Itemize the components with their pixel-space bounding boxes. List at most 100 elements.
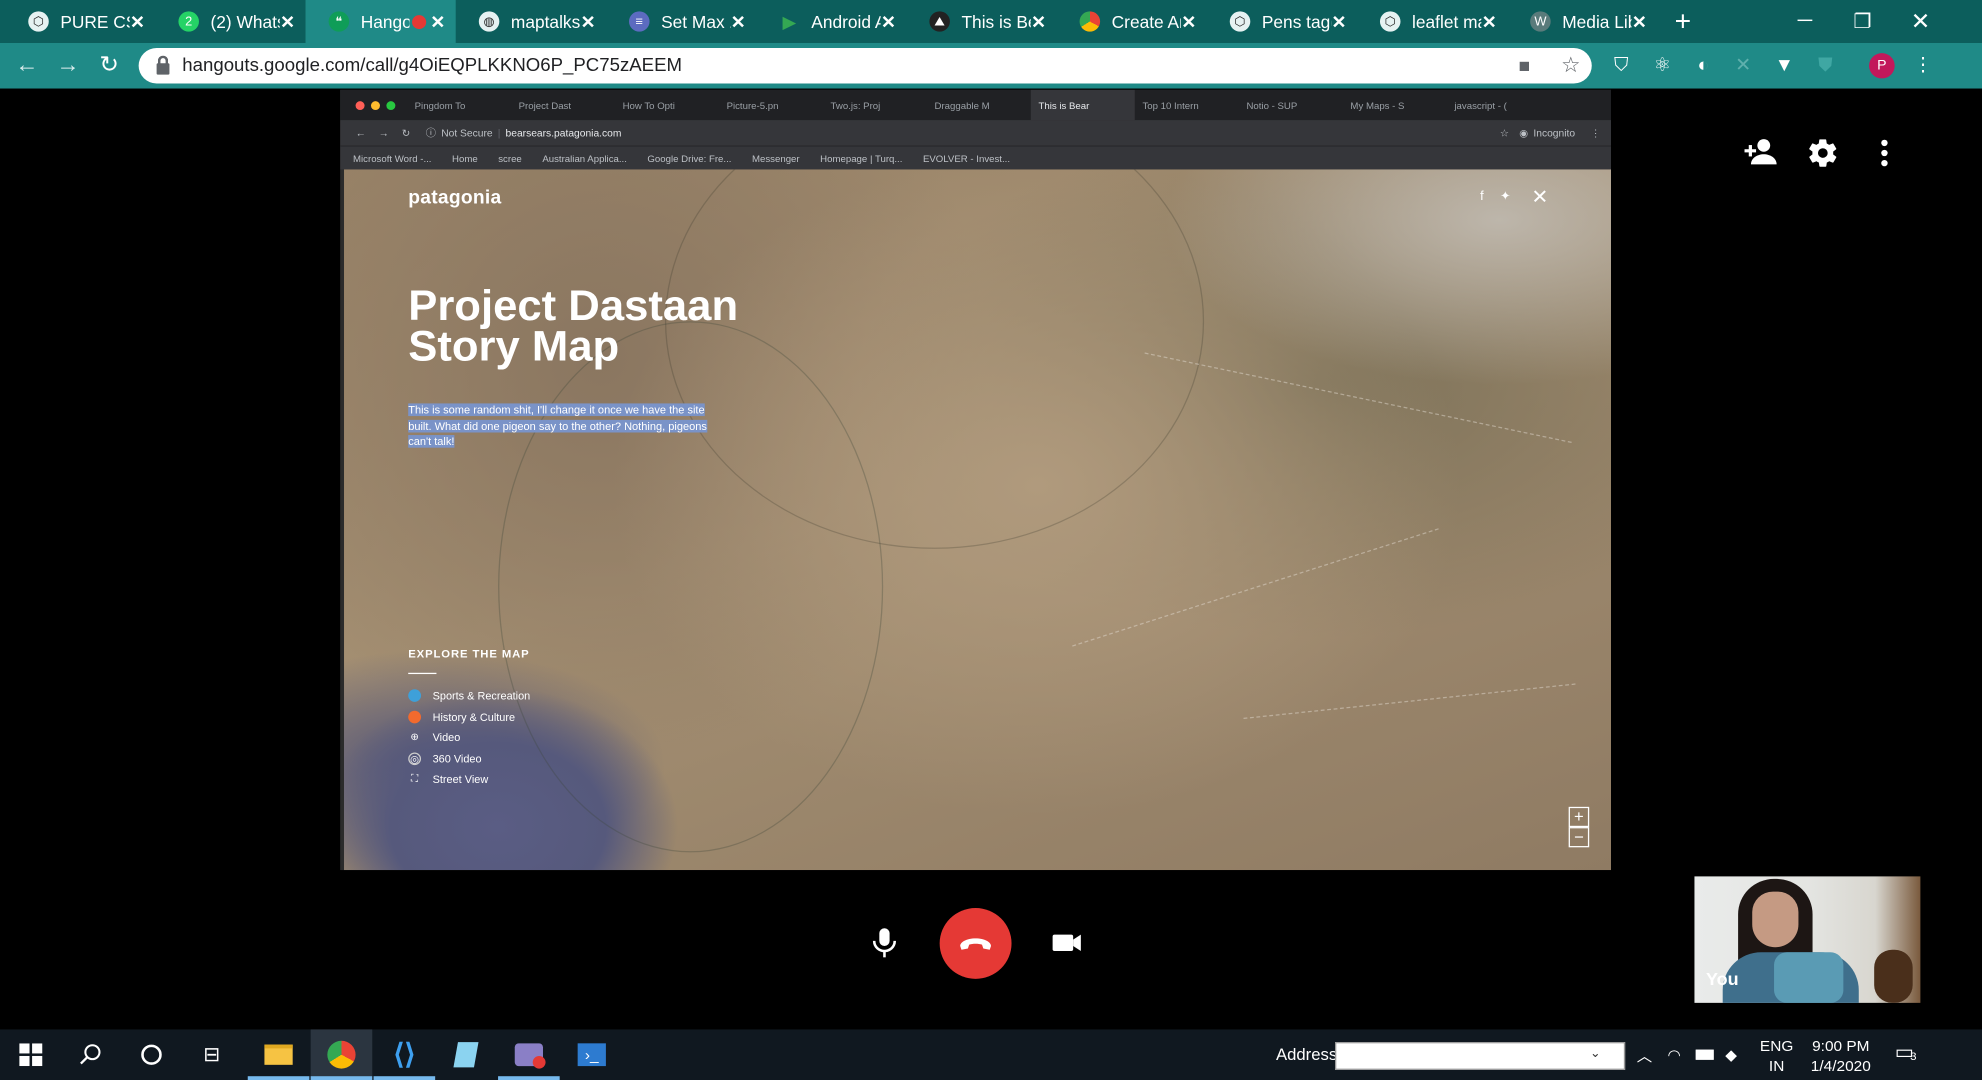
vscode-button[interactable]: ⟨⟩ xyxy=(373,1029,436,1080)
tab-maptalks[interactable]: ◍ maptalks ✕ xyxy=(456,0,606,43)
gear-icon xyxy=(1809,139,1837,167)
map-legend: Sports & Recreation History & Culture ⊕ V… xyxy=(408,685,530,789)
wifi-icon[interactable]: ◠ xyxy=(1668,1029,1681,1080)
shared-reload-icon: ↻ xyxy=(401,127,411,139)
tab-create-an[interactable]: Create An ✕ xyxy=(1056,0,1206,43)
tab-android[interactable]: ▶ Android A ✕ xyxy=(756,0,906,43)
chrome-icon xyxy=(1079,11,1101,32)
battery-icon[interactable] xyxy=(1695,1029,1714,1080)
bookmark-item: Homepage | Turq... xyxy=(820,152,903,164)
task-view-button[interactable]: ⊟ xyxy=(181,1029,243,1080)
shared-tab: My Maps - S xyxy=(1350,99,1405,111)
add-person-icon xyxy=(1744,139,1777,165)
browser-toolbar: ← → ↻ hangouts.google.com/call/g4OiEQPLK… xyxy=(0,42,1982,89)
shared-tab: Two.js: Proj xyxy=(830,99,881,111)
tab-whatsapp[interactable]: 2(2) WhatsA✕ xyxy=(155,0,305,43)
close-tab-icon[interactable]: ✕ xyxy=(280,11,295,32)
system-clock[interactable]: 9:00 PM 1/4/2020 xyxy=(1802,1036,1879,1076)
tab-pure-css[interactable]: ⬡PURE CSS✕ xyxy=(5,0,155,43)
snipping-tool-button[interactable] xyxy=(498,1029,560,1080)
chrome-menu-icon[interactable]: ⋮ xyxy=(1910,53,1936,78)
restore-button[interactable]: ❐ xyxy=(1833,0,1892,43)
incognito-label: Incognito xyxy=(1533,127,1576,139)
vue-devtools-icon[interactable]: ▼ xyxy=(1771,53,1797,78)
minimize-button[interactable]: ─ xyxy=(1775,0,1834,43)
close-tab-icon[interactable]: ✕ xyxy=(130,11,145,32)
settings-button[interactable] xyxy=(1805,137,1841,172)
legend-street-view: ⛶ Street View xyxy=(408,769,530,790)
close-tab-icon[interactable]: ✕ xyxy=(430,11,445,32)
forward-button[interactable]: → xyxy=(53,52,84,80)
shared-url: bearsears.patagonia.com xyxy=(505,127,622,139)
shared-tab: Draggable M xyxy=(934,99,990,111)
self-video-preview[interactable]: You xyxy=(1694,876,1921,1003)
chrome-taskbar-button[interactable] xyxy=(310,1029,373,1080)
back-button[interactable]: ← xyxy=(12,52,43,80)
powershell-button[interactable]: ›_ xyxy=(561,1029,623,1080)
tab-this-is-bears[interactable]: ⛰This is Bea✕ xyxy=(906,0,1056,43)
start-button[interactable] xyxy=(0,1029,62,1080)
map-zoom-controls: + − xyxy=(1568,806,1590,848)
address-toolbar-label: Address xyxy=(1275,1044,1338,1064)
url-text: hangouts.google.com/call/g4OiEQPLKKNO6P_… xyxy=(182,55,683,76)
chevron-down-icon[interactable]: ⌄ xyxy=(1590,1047,1601,1061)
input-language[interactable]: ENG IN xyxy=(1760,1036,1793,1076)
bookmark-star-icon[interactable]: ☆ xyxy=(1561,53,1581,78)
action-center-button[interactable]: ▭ 3 xyxy=(1895,1040,1923,1068)
close-tab-icon[interactable]: ✕ xyxy=(881,11,896,32)
bookmark-item: Home xyxy=(452,152,478,164)
zoom-out-button: − xyxy=(1568,827,1590,848)
close-tab-icon[interactable]: ✕ xyxy=(731,11,746,32)
tab-set-max-z[interactable]: ≡Set Max Z✕ xyxy=(606,0,756,43)
cortana-button[interactable] xyxy=(121,1029,183,1080)
profile-avatar[interactable]: P xyxy=(1869,53,1895,79)
address-toolbar-input[interactable]: ⌄ xyxy=(1335,1042,1626,1070)
tab-pens-tagged[interactable]: ⬡Pens tagg✕ xyxy=(1207,0,1357,43)
react-devtools-icon[interactable]: ⚛ xyxy=(1650,53,1676,78)
close-tab-icon[interactable]: ✕ xyxy=(1031,11,1046,32)
close-window-button[interactable]: ✕ xyxy=(1891,0,1950,43)
tab-leaflet[interactable]: ⬡ leaflet ma ✕ xyxy=(1357,0,1507,43)
reload-button[interactable]: ↻ xyxy=(94,52,125,80)
tab-media-library[interactable]: W Media Lib ✕ xyxy=(1507,0,1657,43)
extension-shield-icon[interactable]: ⛊ xyxy=(1813,53,1839,78)
facebook-icon: f xyxy=(1480,189,1484,204)
shared-tab: Top 10 Intern xyxy=(1142,99,1199,111)
hangouts-icon: ❝ xyxy=(328,11,350,32)
dropbox-icon[interactable]: ◆ xyxy=(1725,1029,1737,1080)
camera-in-use-icon[interactable]: ■ xyxy=(1519,56,1531,77)
background-object xyxy=(1874,949,1913,1003)
search-button[interactable] xyxy=(60,1029,122,1080)
extension-circle-icon[interactable]: ◐ xyxy=(1691,53,1717,78)
file-explorer-button[interactable] xyxy=(247,1029,310,1080)
add-person-button[interactable] xyxy=(1743,137,1779,172)
notepad-button[interactable] xyxy=(435,1029,497,1080)
close-tab-icon[interactable]: ✕ xyxy=(581,11,596,32)
address-bar[interactable]: hangouts.google.com/call/g4OiEQPLKKNO6P_… xyxy=(138,48,1592,84)
pocket-extension-icon[interactable]: ⛉ xyxy=(1608,53,1634,78)
close-tab-icon[interactable]: ✕ xyxy=(1181,11,1196,32)
close-tab-icon[interactable]: ✕ xyxy=(1332,11,1347,32)
patagonia-icon: ⛰ xyxy=(929,11,950,32)
map-border xyxy=(1072,528,1439,647)
whatsapp-icon: 2 xyxy=(178,11,199,32)
camera-button[interactable] xyxy=(1050,927,1083,957)
codepen-icon: ⬡ xyxy=(1229,11,1251,32)
map-close-icon: ✕ xyxy=(1531,187,1549,209)
bookmark-item: scree xyxy=(498,152,522,164)
more-options-button[interactable] xyxy=(1866,137,1902,172)
address-go-icon[interactable]: ↻ xyxy=(1607,1029,1622,1080)
participant-scarf xyxy=(1774,952,1844,1003)
tab-hangouts[interactable]: ❝ Hango ✕ xyxy=(305,0,456,43)
close-tab-icon[interactable]: ✕ xyxy=(1632,11,1647,32)
extension-x-icon[interactable]: ✕ xyxy=(1730,53,1756,78)
close-tab-icon[interactable]: ✕ xyxy=(1482,11,1497,32)
new-tab-button[interactable]: + xyxy=(1657,0,1708,43)
dot-icon xyxy=(408,689,422,703)
bookmark-item: Australian Applica... xyxy=(542,152,627,164)
satellite-map: patagonia f ✦ ✕ Project Dastaan Story Ma… xyxy=(344,169,1612,871)
end-call-button[interactable] xyxy=(939,908,1012,979)
shared-bookmarks-bar: Microsoft Word -... Home scree Australia… xyxy=(340,145,1612,170)
microphone-button[interactable] xyxy=(866,923,902,961)
tray-expand-icon[interactable]: ︿ xyxy=(1637,1029,1652,1080)
